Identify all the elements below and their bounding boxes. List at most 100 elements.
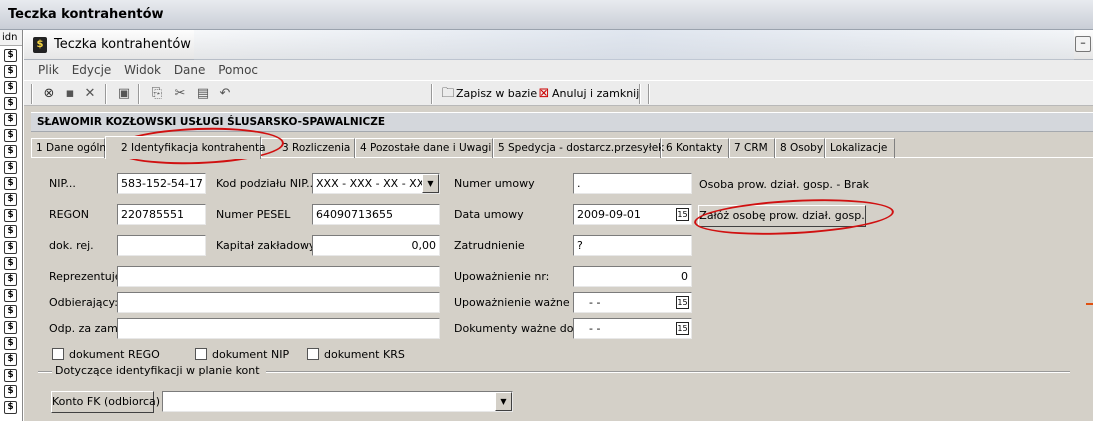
dokument-regon-checkbox[interactable]	[52, 348, 64, 360]
dollar-doc-icon[interactable]: $	[4, 289, 17, 302]
dollar-doc-icon[interactable]: $	[4, 385, 17, 398]
dollar-doc-icon[interactable]: $	[4, 177, 17, 190]
kod-podzialu-select[interactable]: XXX - XXX - XX - XX ▼	[312, 173, 440, 194]
dollar-doc-icon[interactable]: $	[4, 49, 17, 62]
konto-fk-button[interactable]: Konto FK (odbiorca)	[51, 391, 160, 413]
cut-icon[interactable]: ✂	[172, 86, 188, 102]
data-umowy-field[interactable]: 2009-09-01 15	[573, 204, 692, 225]
dollar-doc-icon[interactable]: $	[4, 241, 17, 254]
minimize-icon[interactable]: –	[1075, 36, 1091, 52]
calendar-icon[interactable]: 15	[676, 322, 689, 335]
zaloz-osobe-button[interactable]: Załóż osobę prow. dział. gosp.	[698, 205, 866, 227]
tab-kontakty[interactable]: 6 Kontakty	[661, 138, 729, 158]
dok-rej-field[interactable]	[117, 235, 206, 256]
toolbar-separator	[648, 84, 650, 104]
upowaznienie-nr-field[interactable]: 0	[573, 266, 692, 287]
zatrudnienie-field[interactable]: ?	[573, 235, 692, 256]
dollar-doc-icon[interactable]: $	[4, 129, 17, 142]
tab-identyfikacja[interactable]: 2 Identyfikacja kontrahenta	[105, 136, 266, 159]
save-to-db-button[interactable]: 🗀 Zapisz w bazie	[440, 85, 537, 103]
konto-fk-select[interactable]: ▼	[162, 391, 513, 412]
app-icon: $	[33, 37, 47, 53]
dokumenty-wazne-label: Dokumenty ważne do:	[454, 322, 578, 335]
dollar-doc-icon[interactable]: $	[4, 65, 17, 78]
properties-icon[interactable]: ▣	[116, 86, 132, 102]
pesel-field[interactable]: 64090713655	[312, 204, 440, 225]
window-title: Teczka kontrahentów	[54, 37, 191, 52]
tab-lokalizacje[interactable]: Lokalizacje	[825, 138, 895, 158]
delete-icon[interactable]: ✕	[82, 86, 98, 102]
toolbar: ⊗ ▪ ✕ ▣ ⎘ ✂ ▤ ↶ 🗀 Zapisz w bazie ⊠ Anuluj …	[24, 80, 1093, 106]
upowaznienie-wazne-field[interactable]: - - 15	[573, 292, 692, 313]
calendar-icon[interactable]: 15	[676, 296, 689, 309]
list-column-header: idn	[0, 30, 22, 46]
undo-icon[interactable]: ↶	[217, 86, 233, 102]
reprezentuje-field[interactable]	[117, 266, 440, 287]
dokument-nip-label[interactable]: dokument NIP	[212, 348, 289, 361]
numer-umowy-field[interactable]: .	[573, 173, 692, 194]
tab-osoby[interactable]: 8 Osoby	[775, 138, 825, 158]
kapital-label: Kapitał zakładowy	[216, 239, 316, 252]
menu-widok[interactable]: Widok	[124, 63, 161, 77]
dollar-doc-icon[interactable]: $	[4, 225, 17, 238]
kod-podzialu-value: XXX - XXX - XX - XX	[316, 177, 425, 190]
upowaznienie-nr-label: Upoważnienie nr:	[454, 270, 550, 283]
kod-podzialu-label[interactable]: Kod podziału NIP...	[216, 177, 317, 190]
dollar-doc-icon[interactable]: $	[4, 193, 17, 206]
chevron-down-icon[interactable]: ▼	[495, 392, 512, 411]
dollar-doc-icon[interactable]: $	[4, 401, 17, 414]
save-db-icon: 🗀	[441, 86, 455, 101]
dollar-doc-icon[interactable]: $	[4, 337, 17, 350]
company-name-header: SŁAWOMIR KOZŁOWSKI USŁUGI ŚLUSARSKO-SPAW…	[31, 112, 1093, 132]
paste-icon[interactable]: ▤	[195, 86, 211, 102]
dollar-doc-icon[interactable]: $	[4, 209, 17, 222]
dollar-doc-icon[interactable]: $	[4, 273, 17, 286]
dokument-nip-checkbox[interactable]	[195, 348, 207, 360]
tab-spedycja[interactable]: 5 Spedycja - dostarcz.przesyłek	[493, 138, 664, 158]
save-disk-icon[interactable]: ▪	[62, 86, 78, 102]
tab-crm[interactable]: 7 CRM	[729, 138, 775, 158]
dollar-doc-icon[interactable]: $	[4, 305, 17, 318]
kapital-field[interactable]: 0,00	[312, 235, 440, 256]
find-icon[interactable]: ⊗	[41, 86, 57, 102]
dollar-doc-icon[interactable]: $	[4, 97, 17, 110]
dollar-doc-icon[interactable]: $	[4, 321, 17, 334]
nip-label[interactable]: NIP...	[49, 177, 76, 190]
save-to-db-label: Zapisz w bazie	[456, 87, 538, 100]
record-list-column[interactable]: idn $ $ $ $ $ $ $ $ $ $ $ $ $ $ $ $ $ $ $ $ $ $ $	[0, 30, 23, 421]
tab-strip: 1 Dane ogólne 2 Identyfikacja kontrahent…	[31, 136, 1093, 159]
upowaznienie-wazne-label: Upoważnienie ważne do	[454, 296, 587, 309]
menu-edycje[interactable]: Edycje	[72, 63, 112, 77]
outer-window-title: Teczka kontrahentów	[0, 0, 1093, 30]
tab-rozliczenia[interactable]: 3 Rozliczenia	[261, 138, 355, 158]
nip-field[interactable]: 583-152-54-17	[117, 173, 206, 194]
window-titlebar: $ Teczka kontrahentów –	[24, 30, 1093, 60]
dokument-krs-label[interactable]: dokument KRS	[324, 348, 405, 361]
osoba-status-text: Osoba prow. dział. gosp. - Brak	[699, 178, 870, 191]
toolbar-separator	[138, 84, 140, 104]
dollar-doc-icon[interactable]: $	[4, 369, 17, 382]
dokument-krs-checkbox[interactable]	[307, 348, 319, 360]
odbierajacy-label: Odbierający:	[49, 296, 118, 309]
odp-za-zam-field[interactable]	[117, 318, 440, 339]
menu-plik[interactable]: Plik	[38, 63, 59, 77]
menu-dane[interactable]: Dane	[174, 63, 206, 77]
chevron-down-icon[interactable]: ▼	[422, 174, 439, 193]
dokumenty-wazne-field[interactable]: - - 15	[573, 318, 692, 339]
calendar-icon[interactable]: 15	[676, 208, 689, 221]
regon-field[interactable]: 220785551	[117, 204, 206, 225]
dollar-doc-icon[interactable]: $	[4, 161, 17, 174]
cancel-close-button[interactable]: ⊠ Anuluj i zamknij	[536, 85, 640, 103]
odp-za-zam-label: Odp. za zam.:	[49, 322, 126, 335]
dollar-doc-icon[interactable]: $	[4, 257, 17, 270]
copy-icon[interactable]: ⎘	[149, 86, 165, 102]
dollar-doc-icon[interactable]: $	[4, 353, 17, 366]
tab-dane-ogolne[interactable]: 1 Dane ogólne	[31, 138, 113, 158]
menu-pomoc[interactable]: Pomoc	[218, 63, 258, 77]
dollar-doc-icon[interactable]: $	[4, 81, 17, 94]
dokument-regon-label[interactable]: dokument REGO	[69, 348, 160, 361]
dollar-doc-icon[interactable]: $	[4, 145, 17, 158]
dollar-doc-icon[interactable]: $	[4, 113, 17, 126]
odbierajacy-field[interactable]	[117, 292, 440, 313]
tab-pozostale[interactable]: 4 Pozostałe dane i Uwagi	[355, 138, 493, 158]
